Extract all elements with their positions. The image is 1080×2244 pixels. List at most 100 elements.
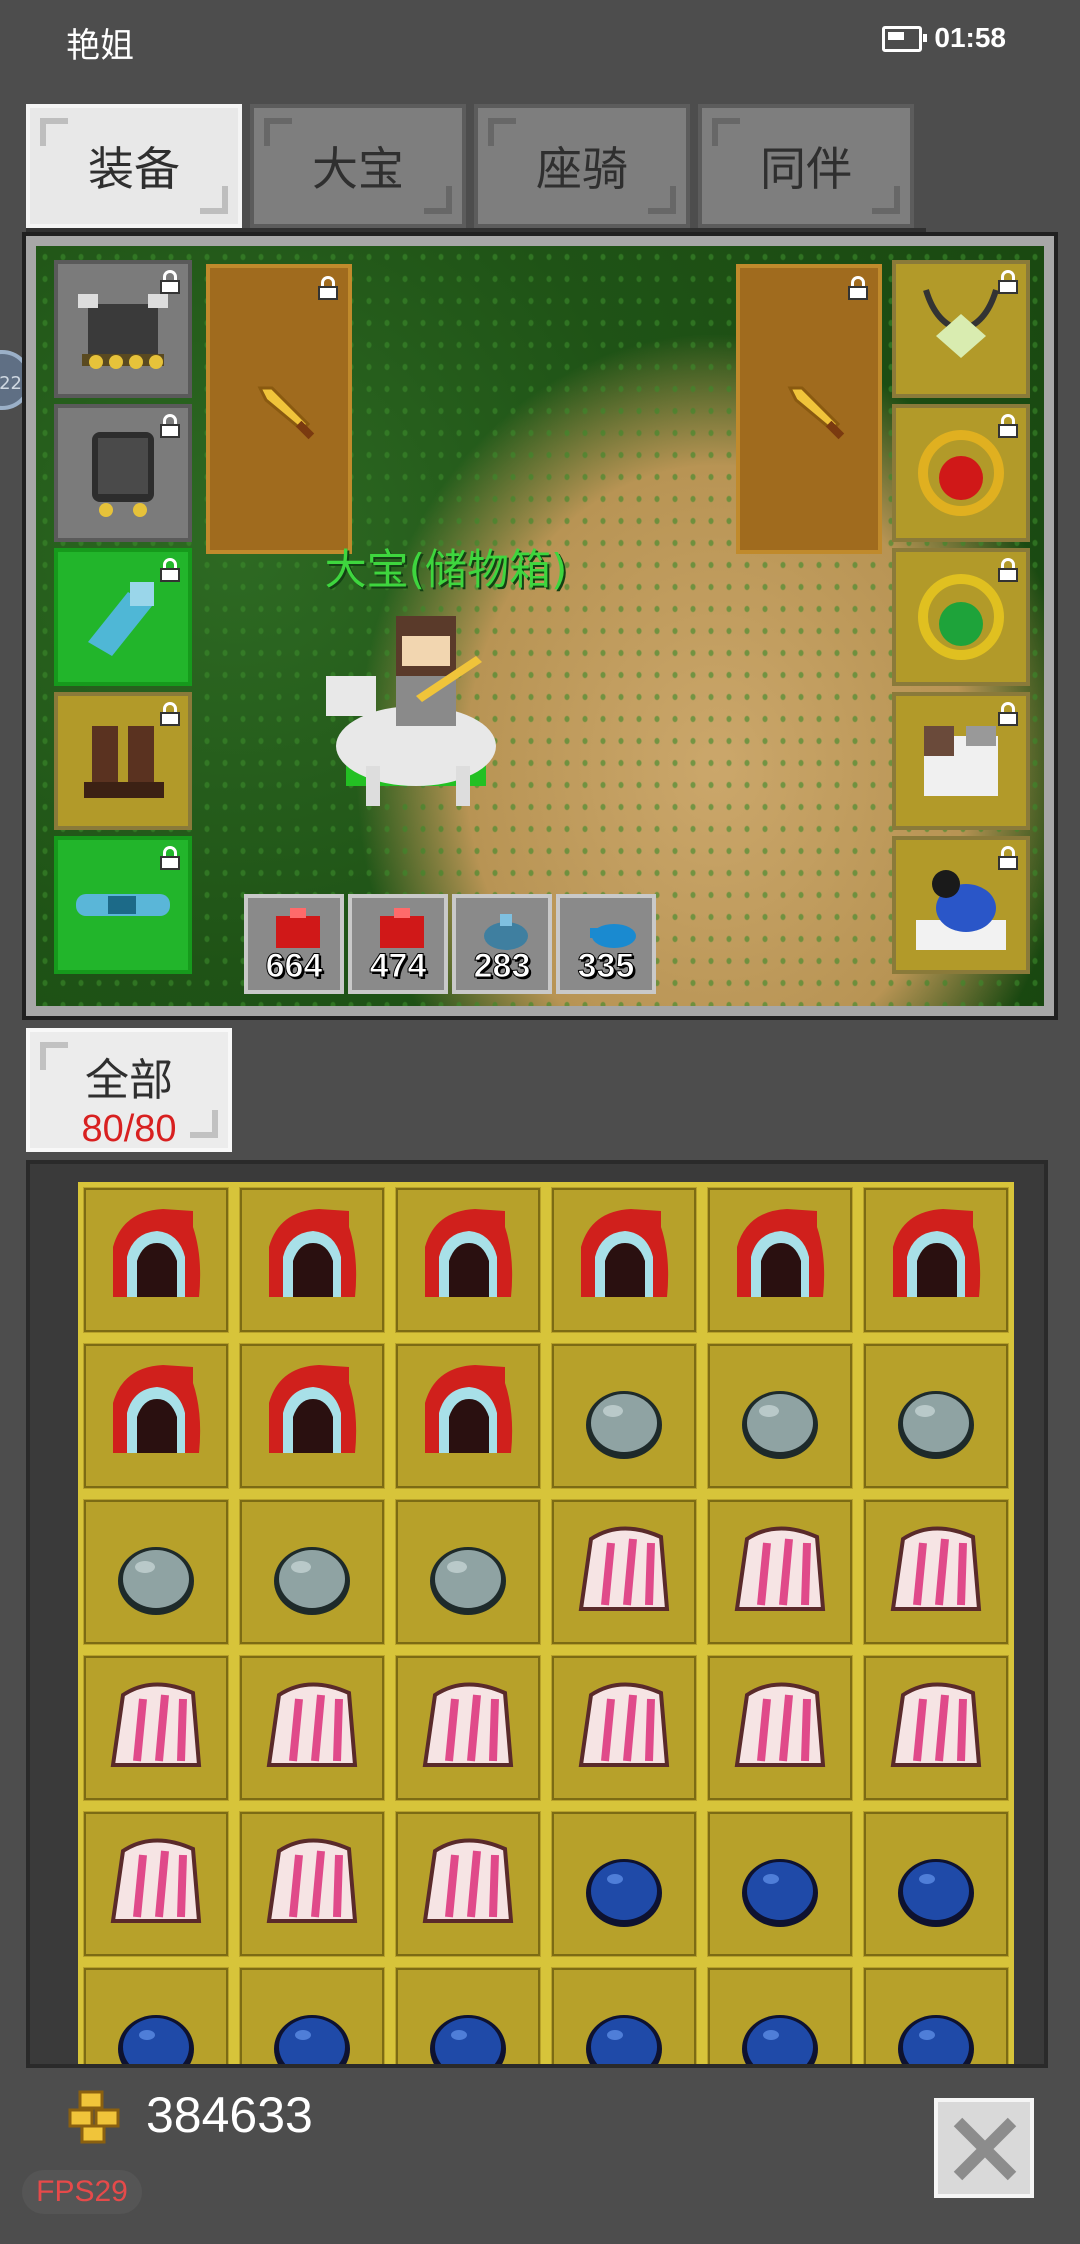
equip-slot-ring-emerald[interactable]	[892, 548, 1030, 686]
pink-claw-icon	[734, 1682, 826, 1767]
inventory-slot[interactable]	[858, 1962, 1014, 2064]
inventory-slot[interactable]	[390, 1806, 546, 1962]
equip-slot-boots[interactable]	[54, 692, 192, 830]
inventory-slot[interactable]	[546, 1962, 702, 2064]
inventory-slot[interactable]	[702, 1806, 858, 1962]
potion-slot-1[interactable]: 664	[244, 894, 344, 994]
equip-slot-helmet[interactable]	[54, 260, 192, 398]
inventory-slot[interactable]	[234, 1182, 390, 1338]
red-hood-icon	[425, 1209, 513, 1297]
tab-bar: 装备 大宝 座骑 同伴	[26, 104, 914, 228]
weapon-slot-right[interactable]	[736, 264, 882, 554]
inventory-slot[interactable]	[858, 1806, 1014, 1962]
status-time: 01:58	[934, 22, 1006, 53]
close-button[interactable]	[934, 2098, 1034, 2198]
fps-counter: FPS29	[22, 2170, 142, 2214]
inventory-slot[interactable]	[702, 1182, 858, 1338]
inventory-slot[interactable]	[234, 1962, 390, 2064]
inventory-slot[interactable]	[390, 1962, 546, 2064]
blue-belt-icon	[76, 894, 170, 916]
inventory-slot[interactable]	[702, 1962, 858, 2064]
filter-label: 全部	[85, 1055, 173, 1106]
golden-sword-icon	[257, 386, 315, 440]
gold-amount: 384633	[146, 2087, 313, 2143]
inventory-slot[interactable]	[858, 1182, 1014, 1338]
horned-amulet-icon	[923, 289, 999, 358]
blue-stone-icon	[586, 1859, 662, 1927]
red-hood-icon	[893, 1209, 981, 1297]
equip-slot-mount[interactable]	[892, 692, 1030, 830]
character-name: 大宝(储物箱)	[324, 545, 568, 594]
blue-stone-icon	[742, 1859, 818, 1927]
inventory-slot[interactable]	[858, 1494, 1014, 1650]
pink-claw-icon	[110, 1838, 202, 1923]
filter-count: 80/80	[81, 1108, 177, 1150]
inventory-slot[interactable]	[78, 1962, 234, 2064]
inventory-slot[interactable]	[546, 1338, 702, 1494]
tab-divider	[26, 228, 926, 236]
tab-companion[interactable]: 同伴	[698, 104, 914, 228]
gold-coins-icon	[68, 2090, 120, 2144]
blue-stone-icon	[742, 2015, 818, 2064]
character-sprite[interactable]	[306, 596, 526, 816]
pink-claw-icon	[266, 1682, 358, 1767]
horned-helmet-icon	[78, 294, 168, 369]
weapon-slot-left[interactable]	[206, 264, 352, 554]
inventory-slot[interactable]	[546, 1650, 702, 1806]
equip-slot-belt[interactable]	[54, 836, 192, 974]
equip-slot-amulet[interactable]	[892, 260, 1030, 398]
inventory-slot[interactable]	[702, 1650, 858, 1806]
tab-equipment[interactable]: 装备	[26, 104, 242, 228]
golden-sword-icon	[787, 386, 845, 440]
inventory-slot[interactable]	[78, 1494, 234, 1650]
inventory-slot[interactable]	[78, 1182, 234, 1338]
lock-icon	[848, 276, 868, 300]
inventory-slot[interactable]	[390, 1650, 546, 1806]
inventory-slot[interactable]	[702, 1338, 858, 1494]
inventory-slot[interactable]	[234, 1650, 390, 1806]
blue-stone-icon	[586, 2015, 662, 2064]
inventory-slot[interactable]	[702, 1494, 858, 1650]
inventory-slot[interactable]	[234, 1338, 390, 1494]
inventory-slot[interactable]	[390, 1338, 546, 1494]
inventory-slot[interactable]	[858, 1650, 1014, 1806]
gray-stone-icon	[274, 1547, 350, 1615]
inventory-slot[interactable]	[78, 1338, 234, 1494]
inventory-slot[interactable]	[858, 1338, 1014, 1494]
inventory-slot[interactable]	[546, 1494, 702, 1650]
potion-slot-4[interactable]: 335	[556, 894, 656, 994]
inventory-slot[interactable]	[390, 1182, 546, 1338]
equip-slot-ring-ruby[interactable]	[892, 404, 1030, 542]
potion-count: 335	[577, 947, 635, 986]
lock-icon	[318, 276, 338, 300]
inventory-slot[interactable]	[78, 1806, 234, 1962]
ruby-ring-icon	[918, 430, 1004, 516]
tab-dabao[interactable]: 大宝	[250, 104, 466, 228]
inventory-slot[interactable]	[234, 1806, 390, 1962]
inventory-slot[interactable]	[546, 1182, 702, 1338]
tab-mount[interactable]: 座骑	[474, 104, 690, 228]
equip-slot-armor[interactable]	[54, 404, 192, 542]
inventory-slot[interactable]	[78, 1650, 234, 1806]
potion-slot-3[interactable]: 283	[452, 894, 552, 994]
pink-claw-icon	[890, 1526, 982, 1611]
potion-slot-2[interactable]: 474	[348, 894, 448, 994]
equip-slot-gloves[interactable]	[54, 548, 192, 686]
blue-stone-icon	[430, 2015, 506, 2064]
gray-stone-icon	[430, 1547, 506, 1615]
bird-companion-icon	[916, 870, 1006, 950]
inventory-slot[interactable]	[390, 1494, 546, 1650]
gray-stone-icon	[118, 1547, 194, 1615]
inventory-slot[interactable]	[546, 1806, 702, 1962]
inventory-slot[interactable]	[234, 1494, 390, 1650]
gray-stone-icon	[742, 1391, 818, 1459]
potion-count: 283	[473, 947, 531, 986]
red-hood-icon	[269, 1209, 357, 1297]
equip-slot-companion[interactable]	[892, 836, 1030, 974]
potion-count: 664	[265, 947, 323, 986]
red-hood-icon	[113, 1209, 201, 1297]
filter-tab-all[interactable]: 全部 80/80	[26, 1028, 232, 1152]
emerald-ring-icon	[918, 574, 1004, 660]
blue-stone-icon	[898, 2015, 974, 2064]
pink-claw-icon	[578, 1526, 670, 1611]
